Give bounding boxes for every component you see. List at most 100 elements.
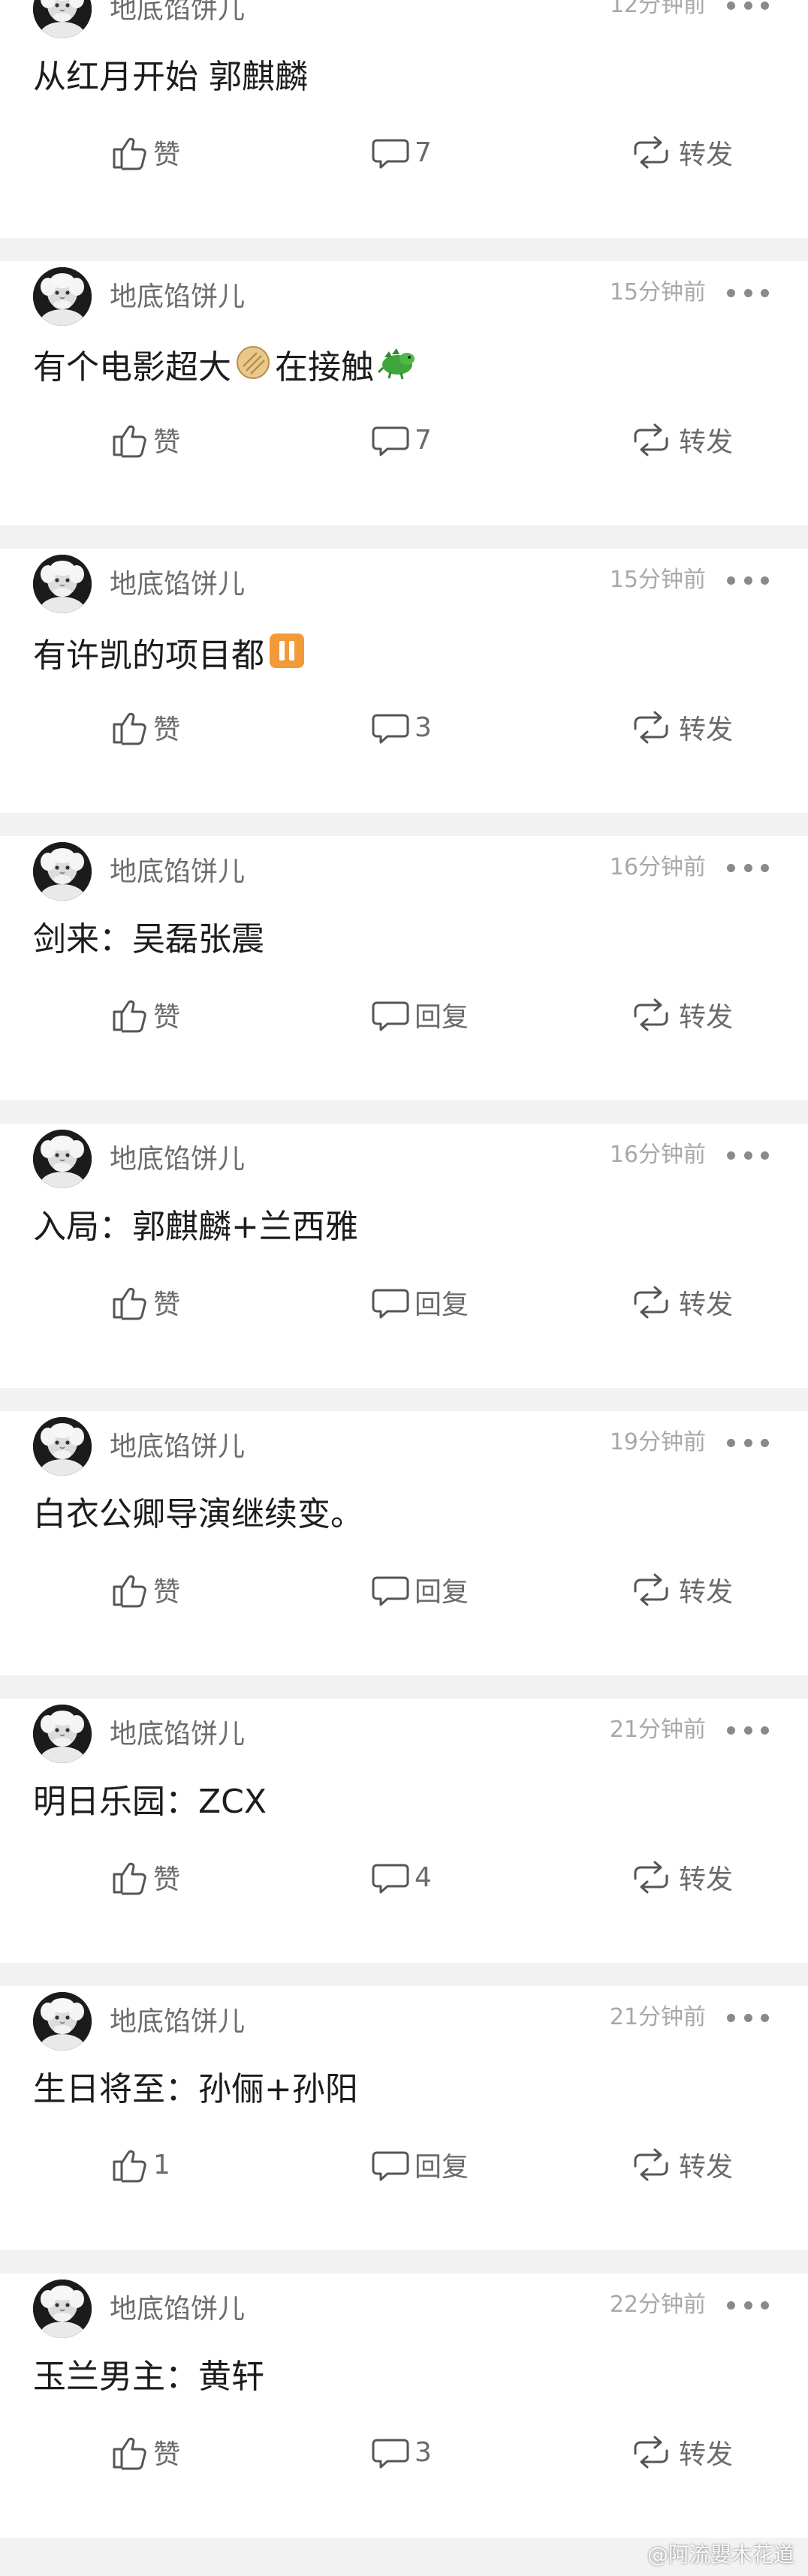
avatar[interactable] xyxy=(33,0,92,38)
like-label: 赞 xyxy=(153,1864,181,1895)
comment-text: 剑来：吴磊张震 xyxy=(33,919,264,961)
like-button[interactable]: 赞 xyxy=(105,130,180,175)
comment-text: 玉兰男主：黄轩 xyxy=(33,2356,264,2398)
more-dots-icon[interactable] xyxy=(727,287,769,299)
timestamp: 16分钟前 xyxy=(609,854,706,880)
comment-button[interactable]: 回复 xyxy=(366,1280,469,1325)
comment-bubble-icon xyxy=(369,994,412,1036)
avatar[interactable] xyxy=(33,842,92,901)
avatar[interactable] xyxy=(33,1130,92,1188)
like-label: 1 xyxy=(153,2149,170,2180)
avatar[interactable] xyxy=(33,267,92,326)
share-label: 转发 xyxy=(679,140,734,170)
comment-text-part: 有个电影超大 xyxy=(33,348,231,387)
comment-bubble-icon xyxy=(369,419,412,461)
like-button[interactable]: 赞 xyxy=(105,417,180,462)
share-button[interactable]: 转发 xyxy=(623,992,733,1037)
comment-label: 7 xyxy=(415,424,432,456)
more-dots-icon[interactable] xyxy=(727,862,769,874)
comment-label: 回复 xyxy=(415,1290,469,1320)
timestamp: 12分钟前 xyxy=(609,0,706,18)
share-button[interactable]: 转发 xyxy=(623,1855,733,1900)
comment-button[interactable]: 回复 xyxy=(366,992,469,1037)
like-button[interactable]: 赞 xyxy=(105,1855,180,1900)
timestamp: 15分钟前 xyxy=(609,279,706,305)
repost-icon xyxy=(626,1569,676,1611)
comment-label: 回复 xyxy=(415,1577,469,1608)
username[interactable]: 地底馅饼儿 xyxy=(110,2006,245,2039)
share-button[interactable]: 转发 xyxy=(623,705,733,750)
comment-button[interactable]: 7 xyxy=(366,417,432,462)
share-button[interactable]: 转发 xyxy=(623,2430,733,2475)
username[interactable]: 地底馅饼儿 xyxy=(110,2293,245,2326)
avatar[interactable] xyxy=(33,1992,92,2051)
share-label: 转发 xyxy=(679,1290,734,1320)
repost-icon xyxy=(626,1281,676,1323)
more-dots-icon[interactable] xyxy=(727,574,769,586)
share-label: 转发 xyxy=(679,2152,734,2183)
share-button[interactable]: 转发 xyxy=(623,1567,733,1612)
username[interactable]: 地底馅饼儿 xyxy=(110,0,245,26)
like-button[interactable]: 赞 xyxy=(105,1280,180,1325)
more-dots-icon[interactable] xyxy=(727,2012,769,2024)
username[interactable]: 地底馅饼儿 xyxy=(110,1143,245,1176)
comment-button[interactable]: 3 xyxy=(366,705,432,750)
timestamp: 21分钟前 xyxy=(609,2004,706,2030)
pancake-emoji xyxy=(234,344,272,392)
comment-card: 地底馅饼儿 21分钟前 明日乐园：ZCX 赞 4 转发 xyxy=(0,1699,808,1963)
like-button[interactable]: 1 xyxy=(105,2142,170,2187)
like-label: 赞 xyxy=(153,1002,181,1033)
thumbs-up-icon xyxy=(108,706,150,748)
comment-text-part: 入局：郭麒麟+兰西雅 xyxy=(33,1208,358,1246)
comment-card: 地底馅饼儿 16分钟前剑来：吴磊张震赞 回复 转发 xyxy=(0,836,808,1100)
avatar[interactable] xyxy=(33,2280,92,2338)
comment-button[interactable]: 4 xyxy=(366,1855,432,1900)
comment-label: 3 xyxy=(415,712,432,743)
share-label: 转发 xyxy=(679,1577,734,1608)
like-button[interactable]: 赞 xyxy=(105,705,180,750)
comment-label: 回复 xyxy=(415,2152,469,2183)
like-label: 赞 xyxy=(153,1577,181,1608)
avatar[interactable] xyxy=(33,1705,92,1763)
like-button[interactable]: 赞 xyxy=(105,2430,180,2475)
like-label: 赞 xyxy=(153,1290,181,1320)
comment-button[interactable]: 回复 xyxy=(366,2142,469,2187)
like-label: 赞 xyxy=(153,715,181,745)
share-label: 转发 xyxy=(679,715,734,745)
repost-icon xyxy=(626,994,676,1036)
username[interactable]: 地底馅饼儿 xyxy=(110,281,245,314)
share-button[interactable]: 转发 xyxy=(623,2142,733,2187)
comment-button[interactable]: 回复 xyxy=(366,1567,469,1612)
like-button[interactable]: 赞 xyxy=(105,992,180,1037)
comment-card: 地底馅饼儿 21分钟前生日将至：孙俪+孙阳 1 回复 转发 xyxy=(0,1986,808,2250)
comment-text: 入局：郭麒麟+兰西雅 xyxy=(33,1206,358,1248)
comment-bubble-icon xyxy=(369,1569,412,1611)
more-dots-icon[interactable] xyxy=(727,1437,769,1449)
comment-label: 7 xyxy=(415,137,432,168)
share-button[interactable]: 转发 xyxy=(623,130,733,175)
comment-bubble-icon xyxy=(369,2144,412,2186)
share-button[interactable]: 转发 xyxy=(623,1280,733,1325)
avatar[interactable] xyxy=(33,555,92,613)
timestamp: 15分钟前 xyxy=(609,567,706,593)
username[interactable]: 地底馅饼儿 xyxy=(110,856,245,889)
comment-bubble-icon xyxy=(369,2431,412,2473)
username[interactable]: 地底馅饼儿 xyxy=(110,1718,245,1751)
comment-text: 生日将至：孙俪+孙阳 xyxy=(33,2069,358,2111)
more-dots-icon[interactable] xyxy=(727,0,769,11)
comment-label: 3 xyxy=(415,2436,432,2468)
more-dots-icon[interactable] xyxy=(727,1724,769,1736)
share-button[interactable]: 转发 xyxy=(623,417,733,462)
comment-bubble-icon xyxy=(369,1856,412,1898)
comment-button[interactable]: 7 xyxy=(366,130,432,175)
username[interactable]: 地底馅饼儿 xyxy=(110,568,245,601)
comment-text-part: 从红月开始 郭麒麟 xyxy=(33,58,308,96)
username[interactable]: 地底馅饼儿 xyxy=(110,1431,245,1464)
like-label: 赞 xyxy=(153,2439,181,2470)
more-dots-icon[interactable] xyxy=(727,2299,769,2311)
more-dots-icon[interactable] xyxy=(727,1149,769,1161)
like-button[interactable]: 赞 xyxy=(105,1567,180,1612)
avatar[interactable] xyxy=(33,1417,92,1476)
thumbs-up-icon xyxy=(108,131,150,173)
comment-button[interactable]: 3 xyxy=(366,2430,432,2475)
